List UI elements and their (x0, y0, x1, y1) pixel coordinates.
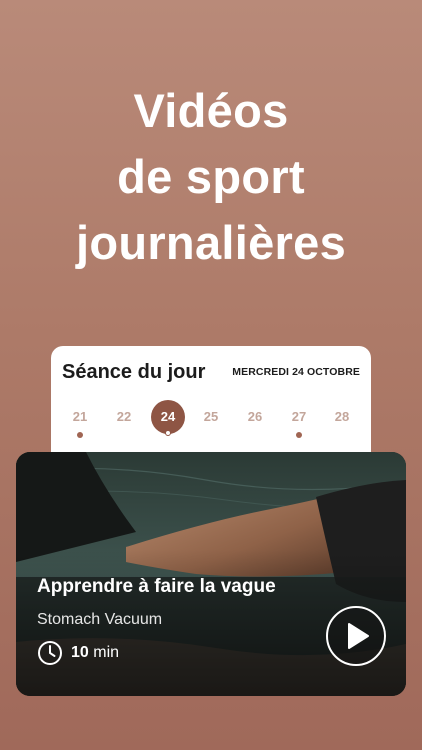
video-card[interactable]: Apprendre à faire la vague Stomach Vacuu… (16, 452, 406, 696)
day-number: 28 (334, 409, 350, 424)
headline-line-1: Vidéos (133, 84, 289, 137)
video-subtitle: Stomach Vacuum (37, 611, 163, 628)
duration-unit: min (93, 644, 120, 661)
session-dot (165, 430, 171, 436)
headline-line-3: journalières (75, 216, 347, 269)
headline: Vidéos de sport journalières (0, 78, 422, 276)
day-number: 25 (203, 409, 219, 424)
duration-value: 10 (71, 644, 89, 661)
duration: 10 min (37, 640, 119, 666)
day-25[interactable]: 25 (194, 400, 228, 440)
video-title: Apprendre à faire la vague (37, 576, 276, 597)
day-number: 24 (151, 400, 185, 434)
day-21[interactable]: 21 (63, 400, 97, 440)
day-number: 26 (247, 409, 263, 424)
session-dot (77, 432, 83, 438)
day-number: 21 (72, 409, 88, 424)
selected-date: MERCREDI 24 OCTOBRE (232, 366, 360, 378)
headline-line-2: de sport (117, 150, 305, 203)
session-dot (296, 432, 302, 438)
daily-session-title: Séance du jour (62, 361, 206, 383)
day-number: 22 (116, 409, 132, 424)
day-22[interactable]: 22 (107, 400, 141, 440)
day-28[interactable]: 28 (325, 400, 359, 440)
day-26[interactable]: 26 (238, 400, 272, 440)
play-icon (348, 623, 369, 649)
clock-icon (38, 641, 62, 665)
play-button[interactable] (326, 606, 386, 666)
day-number: 27 (291, 409, 307, 424)
day-27[interactable]: 27 (282, 400, 316, 440)
duration-label: 10 min (71, 644, 119, 662)
day-24-selected[interactable]: 24 (151, 400, 185, 440)
